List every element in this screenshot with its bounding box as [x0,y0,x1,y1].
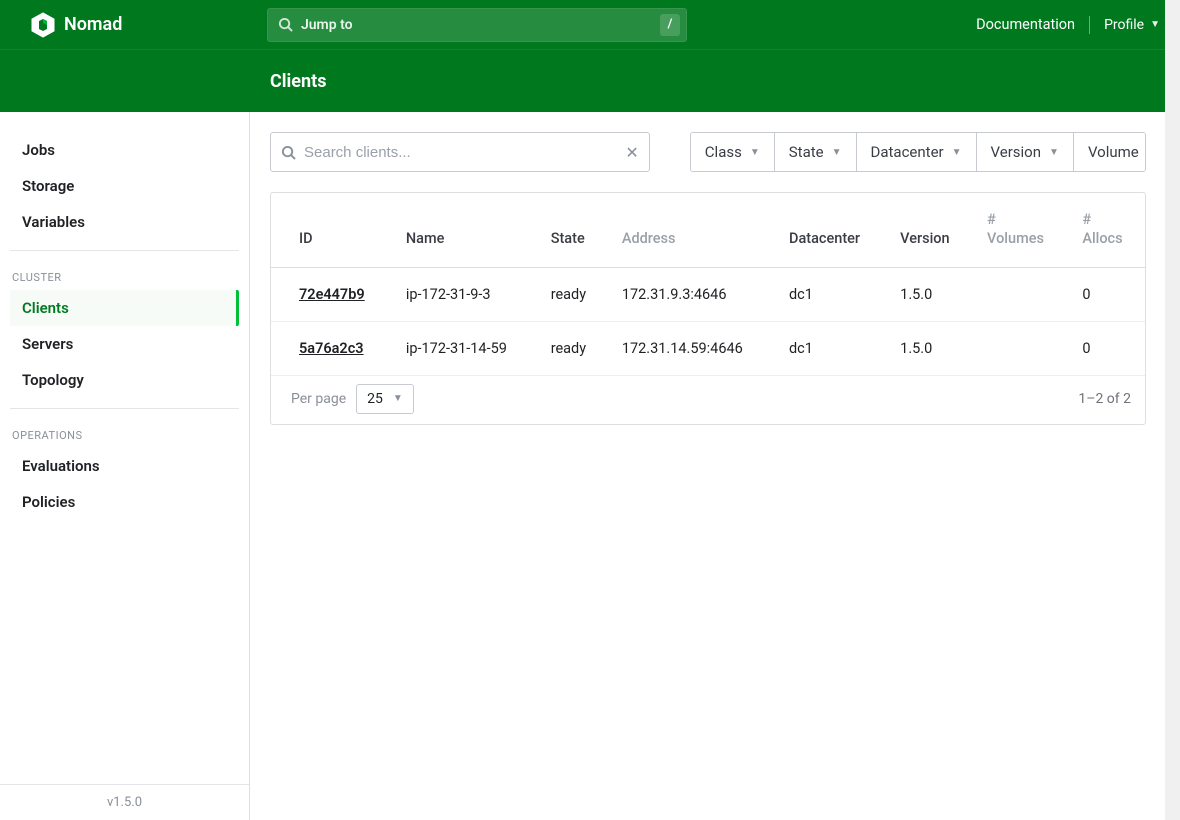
search-clients-input[interactable] [304,144,617,161]
sidebar-section-cluster: CLUSTER [0,271,249,290]
cell-volumes [973,321,1068,375]
profile-menu[interactable]: Profile ▼ [1104,17,1160,33]
cell-version: 1.5.0 [886,267,973,321]
col-name[interactable]: Name [392,193,537,267]
per-page-value: 25 [367,391,383,407]
clients-table: ID Name State Address Datacenter Version… [271,193,1145,376]
col-id[interactable]: ID [271,193,392,267]
search-icon [278,17,293,32]
col-volumes[interactable]: # Volumes [973,193,1068,267]
filter-label: Volume [1088,143,1139,161]
logo[interactable]: Nomad [30,12,122,38]
col-allocs[interactable]: # Allocs [1068,193,1145,267]
clients-table-card: ID Name State Address Datacenter Version… [270,192,1146,425]
filter-version[interactable]: Version ▼ [977,133,1074,171]
caret-down-icon: ▼ [1150,19,1160,30]
col-state[interactable]: State [537,193,608,267]
cell-allocs: 0 [1068,267,1145,321]
col-version[interactable]: Version [886,193,973,267]
cell-address: 172.31.14.59:4646 [608,321,775,375]
caret-down-icon: ▼ [393,393,403,404]
sidebar-item-topology[interactable]: Topology [10,362,239,398]
cell-datacenter: dc1 [775,321,886,375]
cell-allocs: 0 [1068,321,1145,375]
filter-group: Class ▼ State ▼ Datacenter ▼ Version ▼ V… [690,132,1146,172]
main-content: ✕ Class ▼ State ▼ Datacenter ▼ Version [250,112,1180,820]
page-title: Clients [270,71,326,92]
per-page-select[interactable]: 25 ▼ [356,384,414,414]
page-subheader: Clients [0,49,1180,112]
caret-down-icon: ▼ [952,147,962,158]
cell-name: ip-172-31-14-59 [392,321,537,375]
filter-volume[interactable]: Volume ▼ [1074,133,1146,171]
filter-datacenter[interactable]: Datacenter ▼ [857,133,977,171]
col-address[interactable]: Address [608,193,775,267]
documentation-link[interactable]: Documentation [976,16,1075,33]
nomad-logo-icon [30,12,56,38]
sidebar-separator [10,408,239,409]
sidebar-item-variables[interactable]: Variables [10,204,239,240]
cell-version: 1.5.0 [886,321,973,375]
jump-to-button[interactable]: Jump to / [267,8,687,42]
jump-to-label: Jump to [301,17,652,33]
table-footer: Per page 25 ▼ 1–2 of 2 [271,376,1145,424]
client-id-link[interactable]: 72e447b9 [299,286,365,303]
cell-volumes [973,267,1068,321]
jump-shortcut-key: / [660,14,680,36]
sidebar-separator [10,250,239,251]
per-page-label: Per page [291,391,346,407]
sidebar-item-storage[interactable]: Storage [10,168,239,204]
filter-label: Class [705,143,742,161]
search-clients-box[interactable]: ✕ [270,132,650,172]
sidebar-item-evaluations[interactable]: Evaluations [10,448,239,484]
cell-state: ready [537,267,608,321]
brand-name: Nomad [64,14,122,35]
topbar-divider [1089,16,1090,34]
filter-label: Datacenter [871,143,944,161]
cell-datacenter: dc1 [775,267,886,321]
search-icon [281,145,296,160]
filter-label: State [789,143,824,161]
sidebar-section-operations: OPERATIONS [0,429,249,448]
sidebar-item-policies[interactable]: Policies [10,484,239,520]
table-row[interactable]: 5a76a2c3 ip-172-31-14-59 ready 172.31.14… [271,321,1145,375]
cell-address: 172.31.9.3:4646 [608,267,775,321]
client-id-link[interactable]: 5a76a2c3 [299,340,364,357]
filter-state[interactable]: State ▼ [775,133,857,171]
sidebar: Jobs Storage Variables CLUSTER Clients S… [0,112,250,820]
filter-label: Version [991,143,1042,161]
sidebar-version: v1.5.0 [0,784,249,820]
caret-down-icon: ▼ [1049,147,1059,158]
sidebar-item-jobs[interactable]: Jobs [10,132,239,168]
clear-search-icon[interactable]: ✕ [625,143,638,162]
page-count: 1–2 of 2 [1078,391,1131,407]
sidebar-item-servers[interactable]: Servers [10,326,239,362]
col-datacenter[interactable]: Datacenter [775,193,886,267]
cell-name: ip-172-31-9-3 [392,267,537,321]
toolbar: ✕ Class ▼ State ▼ Datacenter ▼ Version [270,132,1146,172]
cell-state: ready [537,321,608,375]
filter-class[interactable]: Class ▼ [691,133,775,171]
page-background [1165,0,1180,820]
topbar: Nomad Jump to / Documentation Profile ▼ [0,0,1180,49]
caret-down-icon: ▼ [832,147,842,158]
sidebar-item-clients[interactable]: Clients [10,290,239,326]
caret-down-icon: ▼ [750,147,760,158]
profile-label: Profile [1104,17,1144,33]
table-row[interactable]: 72e447b9 ip-172-31-9-3 ready 172.31.9.3:… [271,267,1145,321]
